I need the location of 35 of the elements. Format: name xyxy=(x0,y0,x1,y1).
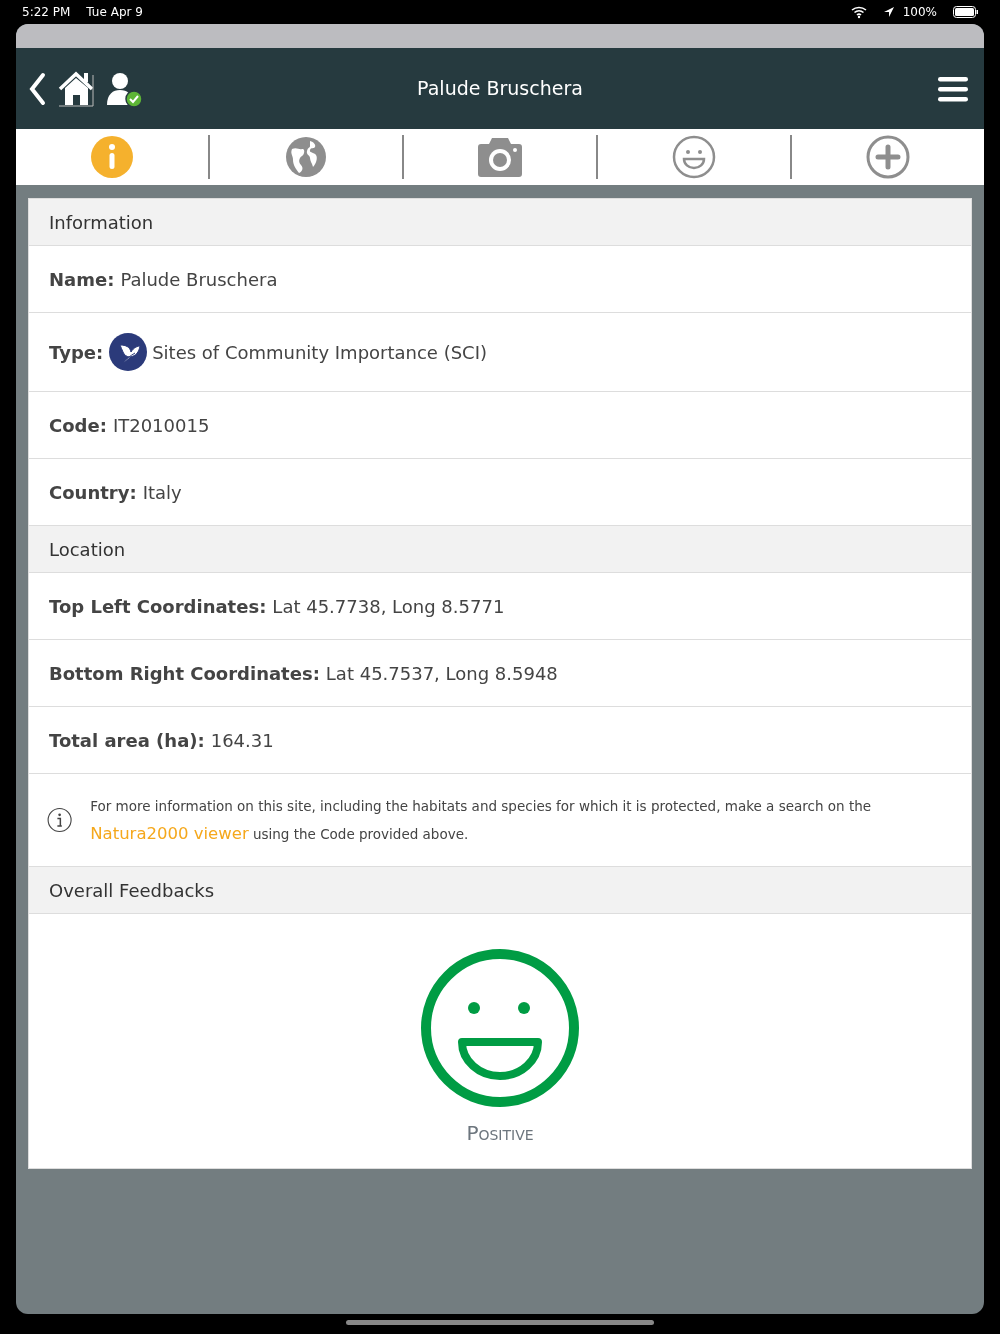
field-value: Palude Bruschera xyxy=(120,267,278,292)
field-label: Total area (ha): xyxy=(49,728,205,753)
field-value: 164.31 xyxy=(210,728,274,753)
globe-icon[interactable] xyxy=(284,135,328,179)
field-value: Lat 45.7537, Long 8.5948 xyxy=(325,661,558,686)
battery-level: 100% xyxy=(902,4,937,21)
field-label: Type: xyxy=(49,340,104,365)
page-title: Palude Bruschera xyxy=(417,76,583,102)
field-label: Name: xyxy=(49,267,115,292)
field-label: Code: xyxy=(49,413,107,438)
leaf-badge-icon xyxy=(109,333,148,371)
field-value: IT2010015 xyxy=(112,413,210,438)
plus-icon[interactable] xyxy=(866,135,910,179)
battery-icon xyxy=(953,6,978,18)
field-value: Sites of Community Importance (SCI) xyxy=(152,340,488,365)
field-label: Bottom Right Coordinates: xyxy=(49,661,320,686)
link[interactable]: Natura2000 viewer xyxy=(90,823,249,843)
section-header: Location xyxy=(49,537,126,562)
status-time: 5:22 PM xyxy=(22,4,71,21)
status-date: Tue Apr 9 xyxy=(86,4,143,21)
field-value: Italy xyxy=(142,480,182,505)
info-note: For more information on this site, including the habitats and species for which it is protected, make a search on the Natura2000 viewer using the Code provided above. xyxy=(90,796,873,845)
smiley-icon xyxy=(420,948,580,1108)
field-label: Country: xyxy=(49,480,137,505)
info-icon[interactable] xyxy=(90,135,134,179)
location-icon xyxy=(882,6,895,18)
camera-icon[interactable] xyxy=(478,135,522,179)
section-header: Information xyxy=(49,210,154,235)
smiley-icon[interactable] xyxy=(672,135,716,179)
field-label: Top Left Coordinates: xyxy=(49,594,267,619)
wifi-icon xyxy=(850,5,867,19)
menu-icon[interactable] xyxy=(938,74,968,103)
field-value: Lat 45.7738, Long 8.5771 xyxy=(272,594,505,619)
feedback-label: Positive xyxy=(466,1120,534,1147)
section-header: Overall Feedbacks xyxy=(49,878,215,903)
